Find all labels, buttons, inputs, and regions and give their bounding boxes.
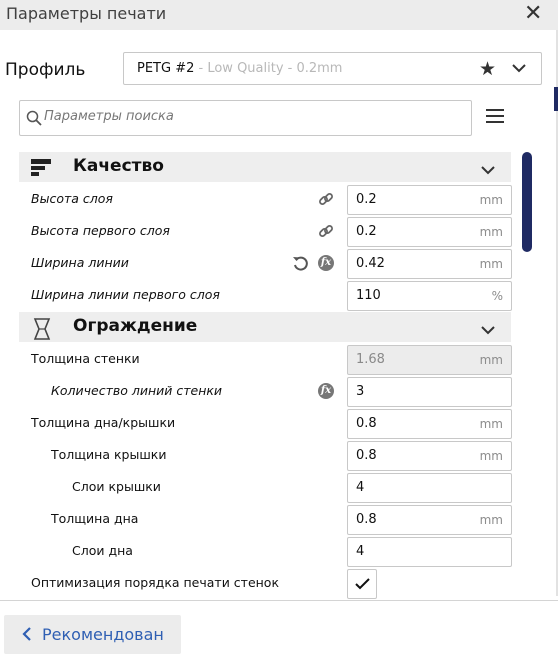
initial-layer-height-input[interactable]: 0.2 mm	[347, 217, 512, 247]
setting-row: Слои крышки 4	[0, 472, 520, 504]
search-box[interactable]	[19, 100, 472, 136]
top-layers-input[interactable]: 4	[347, 473, 512, 503]
setting-row: Слои дна 4	[0, 536, 520, 568]
function-icon[interactable]: fx	[318, 383, 334, 399]
link-icon[interactable]	[318, 191, 334, 211]
field-unit: mm	[479, 225, 503, 239]
setting-row: Высота слоя 0.2 mm	[0, 184, 520, 216]
section-title: Ограждение	[73, 316, 198, 336]
setting-label: Ширина линии	[31, 255, 129, 270]
section-title: Качество	[73, 156, 164, 176]
title-bar: Параметры печати ✕	[0, 0, 558, 30]
setting-label: Высота первого слоя	[31, 223, 170, 238]
chevron-left-icon	[21, 626, 33, 646]
quality-icon	[31, 158, 53, 182]
profile-label: Профиль	[5, 60, 86, 80]
setting-row: Толщина дна/крышки 0.8 mm	[0, 408, 520, 440]
field-value: 1.68	[356, 352, 385, 367]
setting-row: Толщина крышки 0.8 mm	[0, 440, 520, 472]
setting-label: Количество линий стенки	[51, 383, 223, 398]
field-value: 110	[356, 288, 381, 303]
chevron-down-icon[interactable]	[481, 321, 495, 340]
field-unit: mm	[479, 513, 503, 527]
field-value: 0.8	[356, 512, 377, 527]
wall-line-count-input[interactable]: 3	[347, 377, 512, 407]
line-width-input[interactable]: 0.42 mm	[347, 249, 512, 279]
window-edge-accent	[554, 87, 558, 111]
profile-name-text: PETG #2	[137, 61, 195, 76]
setting-row: Высота первого слоя 0.2 mm	[0, 216, 520, 248]
shell-icon	[31, 318, 53, 344]
setting-row: Ширина линии fx 0.42 mm	[0, 248, 520, 280]
setting-row: Количество линий стенки fx 3	[0, 376, 520, 408]
section-quality[interactable]: Качество	[19, 152, 511, 182]
profile-name: PETG #2 - Low Quality - 0.2mm	[137, 61, 342, 76]
field-unit: mm	[479, 257, 503, 271]
setting-label: Толщина дна/крышки	[31, 415, 176, 430]
wall-thickness-input[interactable]: 1.68 mm	[347, 345, 512, 375]
close-icon[interactable]: ✕	[524, 2, 542, 26]
field-unit: mm	[479, 417, 503, 431]
field-unit: mm	[479, 353, 503, 367]
setting-label: Слои дна	[72, 543, 133, 558]
setting-label: Оптимизация порядка печати стенок	[31, 575, 280, 590]
reset-icon[interactable]	[292, 255, 309, 276]
print-settings-panel: Параметры печати ✕ Профиль PETG #2 - Low…	[0, 0, 558, 654]
setting-row: Толщина дна 0.8 mm	[0, 504, 520, 536]
checkmark-icon	[355, 578, 370, 590]
search-icon	[26, 110, 42, 130]
field-value: 0.2	[356, 192, 377, 207]
recommended-button[interactable]: Рекомендован	[4, 615, 181, 654]
optimize-wall-order-checkbox[interactable]	[347, 569, 377, 599]
profile-dropdown[interactable]: PETG #2 - Low Quality - 0.2mm ★	[123, 52, 542, 85]
field-value: 0.8	[356, 448, 377, 463]
chevron-down-icon[interactable]	[481, 161, 495, 180]
menu-icon[interactable]	[486, 109, 504, 125]
field-unit: mm	[479, 449, 503, 463]
setting-row: Оптимизация порядка печати стенок	[0, 568, 520, 600]
setting-label: Толщина стенки	[31, 351, 140, 366]
field-value: 0.2	[356, 224, 377, 239]
section-shell[interactable]: Ограждение	[19, 312, 511, 342]
profile-quality: - Low Quality - 0.2mm	[194, 61, 343, 76]
footer-divider	[0, 600, 558, 601]
function-icon[interactable]: fx	[318, 255, 334, 271]
field-value: 3	[356, 384, 365, 399]
bottom-thickness-input[interactable]: 0.8 mm	[347, 505, 512, 535]
field-value: 4	[356, 544, 365, 559]
field-unit: %	[491, 289, 503, 303]
setting-label: Высота слоя	[31, 191, 113, 206]
setting-row: Толщина стенки 1.68 mm	[0, 344, 520, 376]
recommended-label: Рекомендован	[42, 625, 164, 644]
link-icon[interactable]	[318, 223, 334, 243]
setting-label: Ширина линии первого слоя	[31, 287, 220, 302]
field-unit: mm	[479, 193, 503, 207]
top-bottom-thickness-input[interactable]: 0.8 mm	[347, 409, 512, 439]
field-value: 4	[356, 480, 365, 495]
layer-height-input[interactable]: 0.2 mm	[347, 185, 512, 215]
window-title: Параметры печати	[6, 4, 167, 23]
chevron-down-icon[interactable]	[511, 60, 527, 80]
setting-label: Толщина дна	[51, 511, 139, 526]
bottom-layers-input[interactable]: 4	[347, 537, 512, 567]
search-input[interactable]	[44, 109, 464, 124]
setting-label: Слои крышки	[72, 479, 161, 494]
initial-line-width-input[interactable]: 110 %	[347, 281, 512, 311]
scrollbar-thumb[interactable]	[522, 152, 532, 252]
setting-row: Ширина линии первого слоя 110 %	[0, 280, 520, 312]
top-thickness-input[interactable]: 0.8 mm	[347, 441, 512, 471]
star-icon[interactable]: ★	[479, 58, 496, 80]
field-value: 0.8	[356, 416, 377, 431]
field-value: 0.42	[356, 256, 385, 271]
setting-label: Толщина крышки	[51, 447, 167, 462]
